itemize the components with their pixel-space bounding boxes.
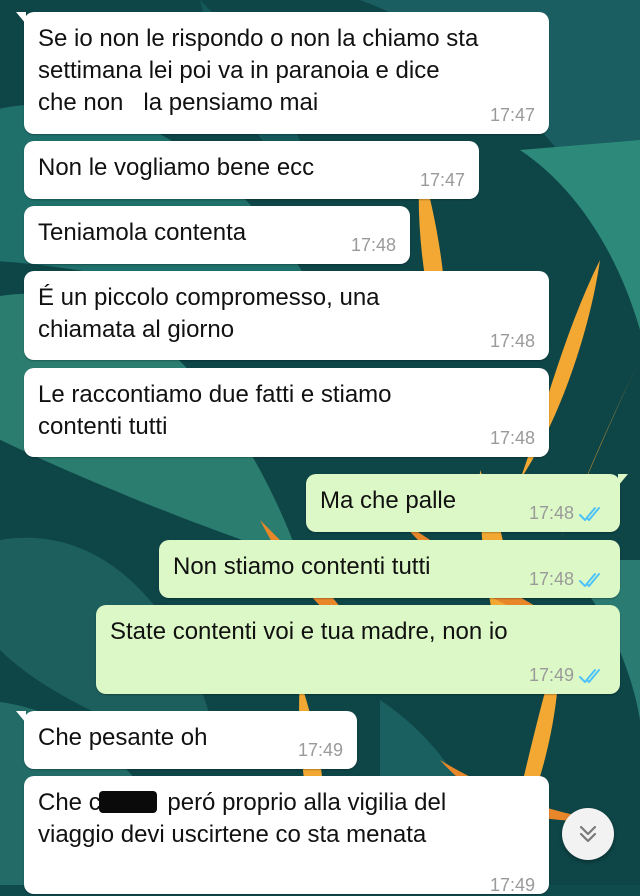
double-check-read-icon (579, 572, 600, 587)
message-outgoing[interactable]: State contenti voi e tua madre, non io 1… (96, 605, 620, 694)
double-chevron-down-icon (579, 825, 597, 843)
message-incoming[interactable]: Che c peró proprio alla vigilia del viag… (24, 776, 549, 895)
message-incoming[interactable]: Non le vogliamo bene ecc 17:47 (24, 141, 479, 199)
message-incoming[interactable]: Le raccontiamo due fatti e stiamo conten… (24, 368, 549, 457)
message-time: 17:48 (489, 331, 535, 351)
message-time: 17:48 (489, 428, 535, 448)
message-outgoing[interactable]: Non stiamo contenti tutti 17:48 (159, 540, 620, 598)
message-time: 17:47 (419, 170, 465, 190)
message-text-start: Che c (38, 789, 101, 816)
redaction-bar (98, 791, 157, 813)
message-text: Se io non le rispondo o non la chiamo st… (38, 25, 479, 116)
message-time: 17:48 (528, 503, 574, 523)
message-incoming[interactable]: Teniamola contenta 17:48 (24, 206, 410, 264)
message-text: É un piccolo compromesso, una chiamata a… (38, 284, 380, 343)
message-time: 17:49 (489, 875, 535, 895)
message-text: Teniamola contenta (38, 219, 247, 246)
message-time: 17:49 (528, 665, 574, 685)
double-check-read-icon (579, 506, 600, 521)
message-incoming[interactable]: Se io non le rispondo o non la chiamo st… (16, 12, 549, 134)
message-outgoing[interactable]: Ma che palle 17:48 (306, 474, 628, 532)
message-incoming[interactable]: Che pesante oh 17:49 (16, 711, 357, 769)
scroll-to-bottom-button[interactable] (562, 808, 614, 860)
message-time: 17:47 (489, 105, 535, 125)
message-time: 17:49 (297, 740, 343, 760)
message-time: 17:48 (350, 235, 396, 255)
message-time: 17:48 (528, 569, 574, 589)
message-text: State contenti voi e tua madre, non io (110, 618, 508, 645)
message-incoming[interactable]: É un piccolo compromesso, una chiamata a… (24, 271, 549, 360)
chat-messages[interactable]: Se io non le rispondo o non la chiamo st… (0, 0, 640, 895)
double-check-read-icon (579, 668, 600, 683)
message-text: Non le vogliamo bene ecc (38, 154, 315, 181)
message-text: Che c peró proprio alla vigilia del viag… (38, 787, 535, 851)
message-text: Le raccontiamo due fatti e stiamo conten… (38, 381, 392, 440)
